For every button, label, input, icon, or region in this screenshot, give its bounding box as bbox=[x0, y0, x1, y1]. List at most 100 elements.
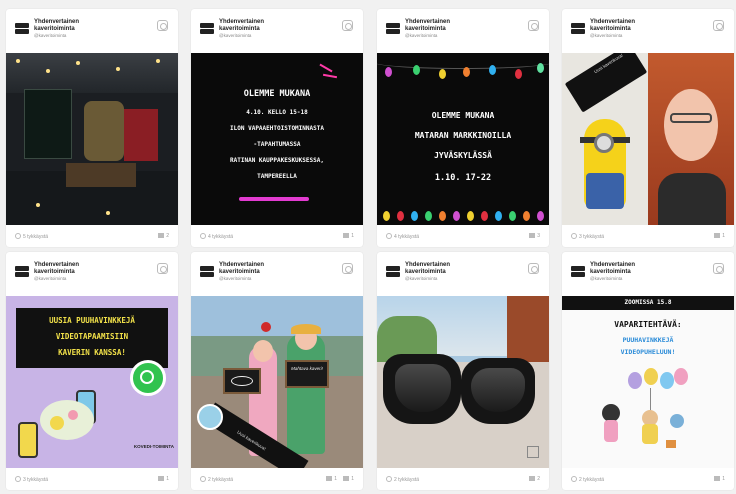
account-logo bbox=[386, 23, 400, 34]
instagram-icon[interactable] bbox=[713, 263, 724, 274]
account-handle: @kaveritoiminta bbox=[219, 33, 252, 38]
account-name[interactable]: Yhdenvertainen kaveritoiminta bbox=[405, 262, 475, 275]
instagram-icon[interactable] bbox=[157, 263, 168, 274]
comment-icon bbox=[714, 233, 721, 238]
phone-illustration bbox=[18, 422, 38, 458]
likes-count[interactable]: 3 tykkäystä bbox=[571, 233, 604, 240]
poster-line: MATARAN MARKKINOILLA bbox=[414, 131, 512, 140]
post-card-1[interactable]: Yhdenvertainen kaveritoiminta @kaveritoi… bbox=[6, 9, 178, 247]
poster-line: 1.10. 17-22 bbox=[434, 173, 492, 183]
post-footer: 2 tykkäystä 2 bbox=[377, 468, 549, 490]
comments-count[interactable]: 1 bbox=[343, 233, 354, 239]
post-header: Yhdenvertainen kaveritoiminta @kaveritoi… bbox=[6, 9, 178, 53]
post-card-3[interactable]: Yhdenvertainen kaveritoiminta @kaveritoi… bbox=[377, 9, 549, 247]
heart-icon bbox=[386, 476, 392, 482]
account-name[interactable]: Yhdenvertainen kaveritoiminta bbox=[590, 19, 660, 32]
post-image[interactable]: ZOOMISSA 15.8 VAPARITEHTÄVÄ: PUUHAVINKKE… bbox=[562, 296, 734, 468]
post-image[interactable] bbox=[377, 296, 549, 468]
account-logo bbox=[200, 266, 214, 277]
comments-count[interactable]: 1 bbox=[714, 476, 725, 482]
account-name[interactable]: Yhdenvertainen kaveritoiminta bbox=[34, 262, 104, 275]
chalkboard-sign bbox=[285, 360, 329, 388]
post-header: Yhdenvertainen kaveritoiminta @kaveritoi… bbox=[377, 252, 549, 296]
instagram-icon[interactable] bbox=[528, 20, 539, 31]
likes-count[interactable]: 4 tykkäystä bbox=[200, 233, 233, 240]
likes-count[interactable]: 5 tykkäystä bbox=[15, 233, 48, 240]
likes-count[interactable]: 4 tykkäystä bbox=[386, 233, 419, 240]
post-image[interactable]: Mahtava kaveri! Uusi kaverikuva! bbox=[191, 296, 363, 468]
poster-line: VIDEOTAPAAMISIIN bbox=[55, 332, 129, 341]
post-card-8[interactable]: Yhdenvertainen kaveritoiminta @kaveritoi… bbox=[562, 252, 734, 490]
comment-icon bbox=[529, 476, 536, 481]
post-header: Yhdenvertainen kaveritoiminta @kaveritoi… bbox=[6, 252, 178, 296]
post-footer: 3 tykkäystä 1 bbox=[6, 468, 178, 490]
banner-text: ZOOMISSA 15.8 bbox=[624, 299, 672, 306]
likes-count[interactable]: 2 tykkäystä bbox=[571, 476, 604, 483]
account-logo bbox=[386, 266, 400, 277]
account-name[interactable]: Yhdenvertainen kaveritoiminta bbox=[34, 19, 104, 32]
post-footer: 2 tykkäystä 1 bbox=[562, 468, 734, 490]
comments-count[interactable]: 1 bbox=[714, 233, 725, 239]
post-card-6[interactable]: Yhdenvertainen kaveritoiminta @kaveritoi… bbox=[191, 252, 363, 490]
account-handle: @kaveritoiminta bbox=[34, 33, 67, 38]
comments-count[interactable]: 1 bbox=[326, 476, 337, 482]
comments-count[interactable]: 2 bbox=[158, 233, 169, 239]
account-name[interactable]: Yhdenvertainen kaveritoiminta bbox=[219, 19, 289, 32]
balloon bbox=[674, 368, 688, 385]
likes-count[interactable]: 2 tykkäystä bbox=[200, 476, 233, 483]
poster-line: TAMPEREELLA bbox=[257, 173, 297, 180]
likes-count[interactable]: 3 tykkäystä bbox=[15, 476, 48, 483]
comments-count[interactable]: 1 bbox=[158, 476, 169, 482]
accent-underline bbox=[239, 197, 309, 201]
poster-line: UUSIA PUUHAVINKKEJÄ bbox=[49, 316, 135, 325]
poster-line: 4.10. KELLO 15-18 bbox=[246, 109, 308, 116]
comments-count[interactable]: 3 bbox=[529, 233, 540, 239]
shares-count[interactable]: 1 bbox=[343, 476, 354, 482]
instagram-icon[interactable] bbox=[713, 20, 724, 31]
account-name[interactable]: Yhdenvertainen kaveritoiminta bbox=[590, 262, 660, 275]
post-image[interactable]: UUSIA PUUHAVINKKEJÄ VIDEOTAPAAMISIIN KAV… bbox=[6, 296, 178, 468]
heart-icon bbox=[15, 233, 21, 239]
post-footer: 2 tykkäystä 1 1 bbox=[191, 468, 363, 490]
post-card-7[interactable]: Yhdenvertainen kaveritoiminta @kaveritoi… bbox=[377, 252, 549, 490]
comment-icon bbox=[158, 476, 165, 481]
heart-icon bbox=[200, 476, 206, 482]
post-image[interactable]: Uusi kaverikuva! bbox=[562, 53, 734, 225]
comment-icon bbox=[343, 233, 350, 238]
post-header: Yhdenvertainen kaveritoiminta @kaveritoi… bbox=[191, 9, 363, 53]
instagram-icon[interactable] bbox=[528, 263, 539, 274]
comment-icon bbox=[158, 233, 165, 238]
balloon bbox=[628, 372, 642, 389]
post-header: Yhdenvertainen kaveritoiminta @kaveritoi… bbox=[377, 9, 549, 53]
share-icon bbox=[343, 476, 350, 481]
instagram-icon[interactable] bbox=[157, 20, 168, 31]
post-image[interactable]: OLEMME MUKANA MATARAN MARKKINOILLA JYVÄS… bbox=[377, 53, 549, 225]
heart-icon bbox=[200, 233, 206, 239]
account-logo bbox=[15, 266, 29, 277]
balloon bbox=[660, 372, 674, 389]
post-card-2[interactable]: Yhdenvertainen kaveritoiminta @kaveritoi… bbox=[191, 9, 363, 247]
account-logo bbox=[200, 23, 214, 34]
comment-icon bbox=[326, 476, 333, 481]
poster-line: JYVÄSKYLÄSSÄ bbox=[434, 151, 492, 160]
balloon bbox=[644, 368, 658, 385]
post-card-5[interactable]: Yhdenvertainen kaveritoiminta @kaveritoi… bbox=[6, 252, 178, 490]
account-name[interactable]: Yhdenvertainen kaveritoiminta bbox=[219, 262, 289, 275]
account-logo bbox=[571, 23, 585, 34]
account-handle: @kaveritoiminta bbox=[405, 276, 438, 281]
post-image[interactable]: OLEMME MUKANA 4.10. KELLO 15-18 ILON VAP… bbox=[191, 53, 363, 225]
account-name[interactable]: Yhdenvertainen kaveritoiminta bbox=[405, 19, 475, 32]
instagram-icon[interactable] bbox=[342, 20, 353, 31]
poster-line: PUUHAVINKKEJÄ bbox=[622, 336, 674, 344]
instagram-feed-grid: Yhdenvertainen kaveritoiminta @kaveritoi… bbox=[0, 0, 736, 494]
post-header: Yhdenvertainen kaveritoiminta @kaveritoi… bbox=[562, 252, 734, 296]
account-handle: @kaveritoiminta bbox=[590, 276, 623, 281]
account-logo bbox=[15, 23, 29, 34]
sign-text: Mahtava kaveri! bbox=[291, 366, 323, 371]
instagram-icon[interactable] bbox=[342, 263, 353, 274]
likes-count[interactable]: 2 tykkäystä bbox=[386, 476, 419, 483]
comments-count[interactable]: 2 bbox=[529, 476, 540, 482]
post-image[interactable] bbox=[6, 53, 178, 225]
post-card-4[interactable]: Yhdenvertainen kaveritoiminta @kaveritoi… bbox=[562, 9, 734, 247]
poster-line: VIDEOPUHELUUN! bbox=[620, 348, 676, 356]
